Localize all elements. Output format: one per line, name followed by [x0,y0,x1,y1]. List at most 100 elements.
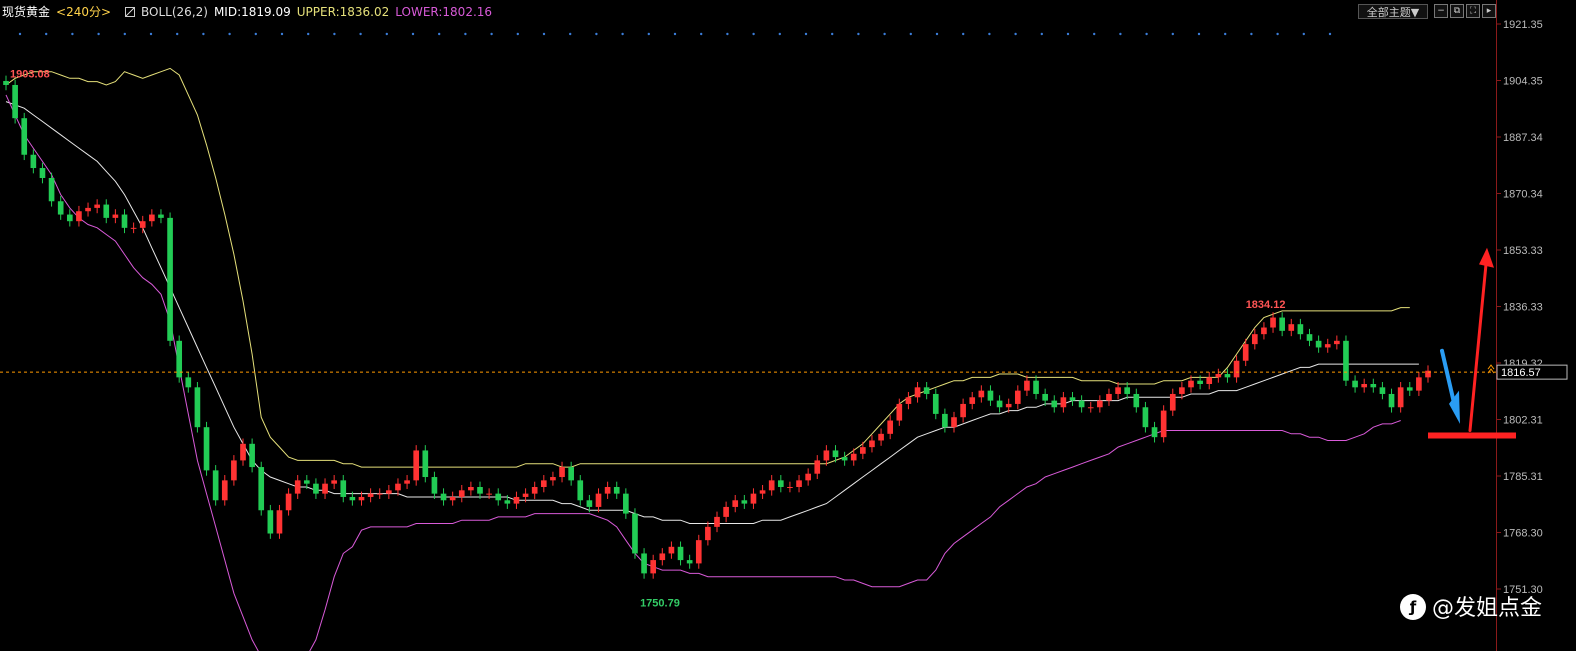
event-marker [280,32,284,36]
axis-tick-label: 1785.31 [1503,471,1543,483]
candle-body [905,397,912,404]
watermark: ƒ @发姐点金 [1400,590,1542,622]
candle-body [249,443,255,468]
axis-tick-label: 1836.33 [1503,301,1543,313]
candle-body [203,427,210,471]
candle-body [823,450,830,461]
event-marker [595,32,598,36]
candle-body [3,80,9,85]
event-marker [673,32,677,36]
event-marker [726,32,729,36]
event-marker [1224,32,1227,36]
axis-tick-label: 1768.30 [1503,528,1543,540]
event-marker [307,32,310,36]
candle-body [30,154,37,169]
event-marker [1145,32,1148,36]
candle-body [1060,397,1067,408]
candle-body [258,467,265,511]
candle-body [495,493,502,501]
candle-body [57,201,64,215]
candle-body [723,506,729,517]
candle-body [1324,344,1331,348]
candle-body [923,387,930,394]
candle-body [987,390,994,401]
candle-body [240,443,246,461]
axis-tick-label: 1870.34 [1503,188,1543,200]
candle-body [1361,383,1368,388]
candle-body [94,204,100,208]
candle-body [595,493,602,507]
event-marker [516,32,519,36]
candle-body [787,486,793,488]
candle-body [1106,393,1112,401]
candle-body [39,168,46,179]
event-marker [831,32,834,36]
boll-mid-line [5,101,1419,524]
axis-tick-label: 1921.35 [1503,19,1543,31]
candle-body [978,390,985,398]
candle-body [194,387,201,428]
candle-body [1169,393,1176,411]
event-marker [18,32,22,36]
event-marker [1276,32,1279,36]
event-marker [1014,32,1017,36]
candle-body [768,480,775,491]
event-marker [202,32,205,36]
candle-body [896,403,903,421]
candle-body [1288,324,1295,331]
low-label: 1750.79 [640,598,680,610]
candle-body [1242,344,1249,361]
candle-body [641,553,647,574]
axis-tick-label: 1802.31 [1503,415,1543,427]
candle-body [531,486,538,494]
event-marker [962,32,965,36]
candle-body [303,480,310,484]
boll-upper-line [5,67,1410,468]
event-marker [1040,32,1044,36]
candle-body [1343,340,1349,381]
bollinger-bands [5,67,1419,651]
high-end-label: 1834.12 [1246,299,1286,311]
candle-body [522,493,529,497]
candle-body [1306,334,1313,341]
candle-body [340,480,347,497]
axis-tick-label: 1904.35 [1503,75,1543,87]
candle-body [276,510,283,534]
candle-body [149,214,155,222]
candlestick-chart[interactable]: 1903.08 1750.79 1834.12 1921.35 1904.35 1887… [0,0,1576,651]
candle-body [21,118,28,155]
event-marker [333,32,336,36]
candle-body [468,486,474,491]
candle-body [349,496,356,501]
candle-body [1005,403,1012,408]
event-marker [490,32,493,36]
boll-lower-line [5,94,1401,651]
candle-body [887,420,894,434]
candle-body [48,178,55,202]
candle-body [130,227,137,229]
candle-body [878,433,884,441]
candle-body [759,490,766,494]
up-arrow-line [1468,262,1488,433]
candle-body [677,546,684,561]
candle-body [313,483,319,494]
candle-body [814,460,821,474]
candle-body [1133,393,1140,408]
candle-body [741,500,748,504]
candle-body [1334,340,1340,345]
candle-body [850,453,857,461]
candle-body [76,211,82,222]
event-marker [883,32,886,36]
event-marker [71,32,74,36]
candle-body [404,480,410,484]
candle-body [1279,317,1285,331]
candle-body [860,447,866,454]
candle-body [458,490,465,497]
high-start-label: 1903.08 [10,69,50,81]
event-marker [359,32,362,36]
candle-body [732,500,739,507]
event-marker [438,32,441,36]
candle-body [750,493,757,504]
candle-body [951,417,957,428]
candle-body [486,493,492,495]
